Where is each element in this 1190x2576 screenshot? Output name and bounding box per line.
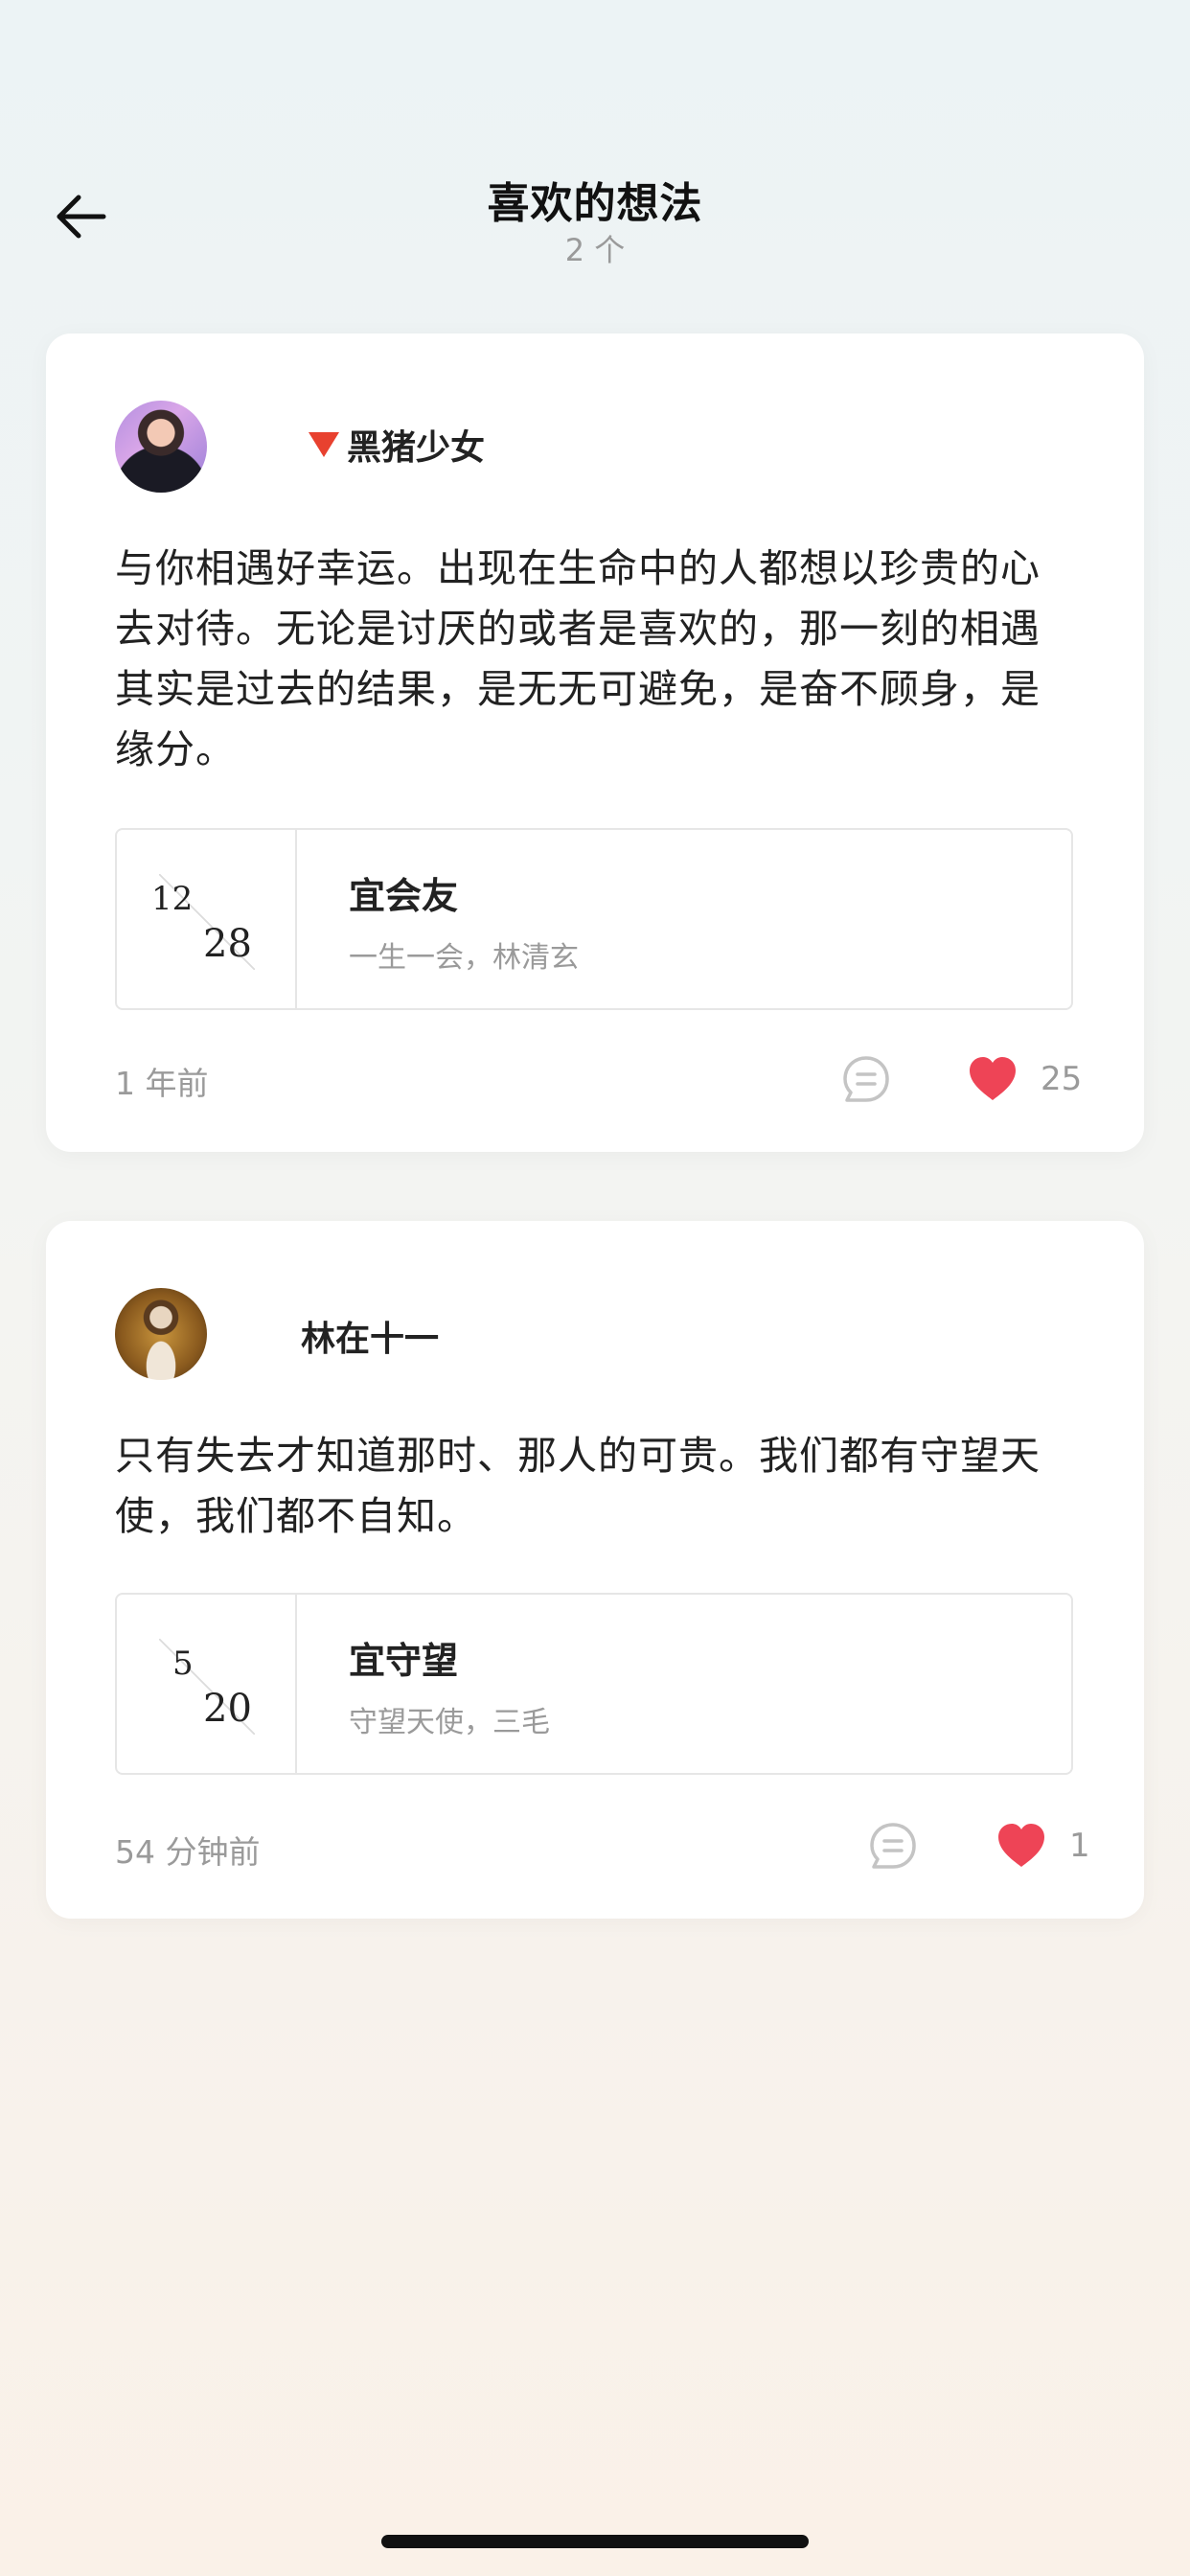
- post-content: 只有失去才知道那时、那人的可贵。我们都有守望天使，我们都不自知。: [115, 1433, 1041, 1539]
- home-indicator[interactable]: [381, 2535, 809, 2548]
- post-card[interactable]: 林在十一 只有失去才知道那时、那人的可贵。我们都有守望天使，我们都不自知。 5 …: [46, 1221, 1144, 1919]
- date-block: 5 20: [117, 1595, 297, 1773]
- post-content: 与你相遇好幸运。出现在生命中的人都想以珍贵的心去对待。无论是讨厌的或者是喜欢的，…: [115, 545, 1041, 772]
- comment-icon: [870, 1823, 916, 1869]
- avatar[interactable]: [115, 401, 207, 493]
- post-time: 54 分钟前: [115, 1833, 261, 1871]
- quote-card[interactable]: 12 28 宜会友 一生一会，林清玄: [115, 828, 1073, 1010]
- like-count: 25: [1041, 1060, 1083, 1098]
- post-author-name: 黑猪少女: [347, 428, 486, 468]
- post-author[interactable]: 林在十一: [253, 1311, 439, 1361]
- red-triangle-icon: [309, 432, 339, 457]
- quote-source: 一生一会，林清玄: [349, 941, 579, 975]
- comment-icon: [843, 1056, 889, 1102]
- date-month: 12: [151, 880, 194, 918]
- date-day: 20: [203, 1687, 252, 1731]
- like-count: 1: [1069, 1827, 1090, 1865]
- like-button[interactable]: 1: [995, 1819, 1090, 1873]
- page-title: 喜欢的想法: [487, 179, 703, 228]
- post-author[interactable]: 黑猪少女: [253, 420, 485, 470]
- date-day: 28: [203, 922, 252, 966]
- quote-card[interactable]: 5 20 宜守望 守望天使，三毛: [115, 1593, 1073, 1775]
- quote-title: 宜会友: [349, 875, 459, 917]
- comment-button[interactable]: [841, 1054, 891, 1104]
- like-button[interactable]: 25: [966, 1052, 1082, 1106]
- date-month: 5: [172, 1644, 194, 1683]
- heart-icon: [998, 1824, 1044, 1867]
- post-time: 1 年前: [115, 1065, 209, 1102]
- comment-button[interactable]: [868, 1821, 918, 1871]
- header: 喜欢的想法 2 个: [0, 0, 1190, 307]
- avatar[interactable]: [115, 1288, 207, 1380]
- quote-title: 宜守望: [349, 1640, 459, 1682]
- post-author-name: 林在十一: [301, 1320, 440, 1359]
- heart-icon: [970, 1057, 1016, 1100]
- page-subtitle-count: 2 个: [564, 232, 626, 268]
- quote-source: 守望天使，三毛: [349, 1706, 550, 1739]
- post-card[interactable]: 黑猪少女 与你相遇好幸运。出现在生命中的人都想以珍贵的心去对待。无论是讨厌的或者…: [46, 334, 1144, 1152]
- date-block: 12 28: [117, 830, 297, 1008]
